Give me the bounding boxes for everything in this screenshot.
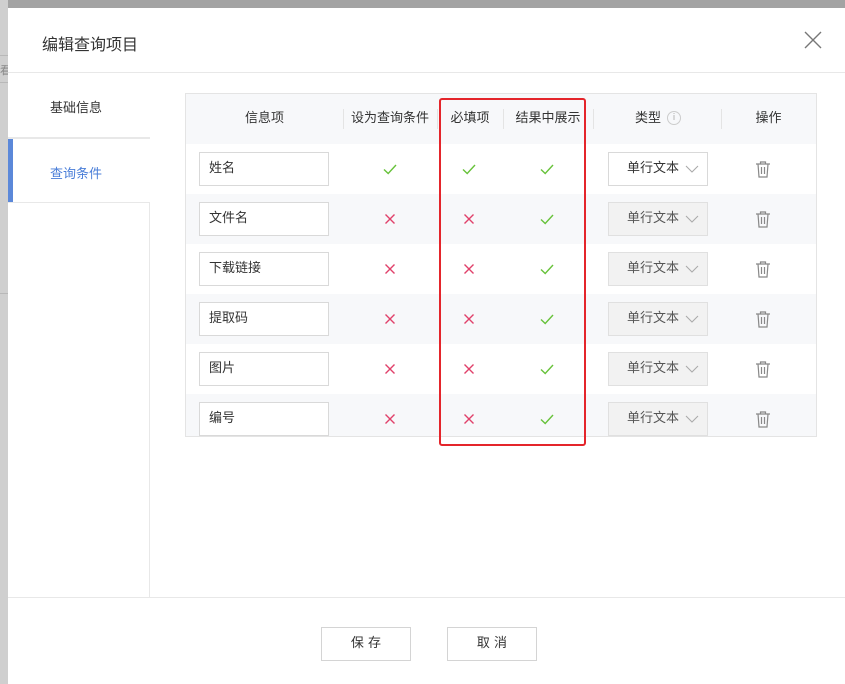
trash-icon[interactable] — [755, 310, 771, 328]
cross-icon[interactable] — [461, 361, 477, 377]
cancel-button[interactable]: 取 消 — [447, 627, 537, 661]
table-row: 下载链接 单行文本 — [186, 244, 816, 294]
background-divider — [0, 293, 8, 294]
cross-icon[interactable] — [382, 261, 398, 277]
type-select-value: 单行文本 — [627, 161, 680, 176]
table-row: 文件名 单行文本 — [186, 194, 816, 244]
check-icon[interactable] — [539, 211, 555, 227]
background-divider — [0, 82, 8, 83]
chevron-down-icon — [685, 215, 699, 223]
trash-icon[interactable] — [755, 210, 771, 228]
header-type-label: 类型 — [634, 111, 661, 126]
info-icon[interactable]: i — [667, 110, 681, 125]
check-icon[interactable] — [461, 161, 477, 177]
header-display: 结果中展示 — [515, 111, 581, 126]
type-select-value: 单行文本 — [627, 411, 680, 426]
sidebar: 基础信息 查询条件 — [8, 73, 150, 598]
dialog-title: 编辑查询项目 — [42, 35, 139, 54]
header-query: 设为查询条件 — [350, 111, 429, 126]
trash-icon[interactable] — [755, 160, 771, 178]
check-icon[interactable] — [382, 161, 398, 177]
background-divider — [0, 55, 8, 56]
dialog-footer: 保 存 取 消 — [8, 597, 845, 684]
type-select-value: 单行文本 — [627, 211, 680, 226]
tab-label: 基础信息 — [50, 101, 103, 116]
cross-icon[interactable] — [382, 361, 398, 377]
type-select-value: 单行文本 — [627, 361, 680, 376]
cross-icon[interactable] — [461, 411, 477, 427]
field-name-input[interactable]: 文件名 — [199, 202, 329, 236]
table-row: 提取码 单行文本 — [186, 294, 816, 344]
table-row: 姓名 单行文本 — [186, 144, 816, 194]
type-select-value: 单行文本 — [627, 261, 680, 276]
chevron-down-icon — [685, 415, 699, 423]
cross-icon[interactable] — [461, 261, 477, 277]
table-header: 信息项 设为查询条件 必填项 结果中展示 类型 i 操作 — [186, 94, 816, 144]
table-row: 编号 单行文本 — [186, 394, 816, 444]
check-icon[interactable] — [539, 361, 555, 377]
chevron-down-icon — [685, 365, 699, 373]
cross-icon[interactable] — [382, 411, 398, 427]
trash-icon[interactable] — [755, 360, 771, 378]
cross-icon[interactable] — [382, 311, 398, 327]
type-select: 单行文本 — [608, 302, 708, 336]
cross-icon[interactable] — [382, 211, 398, 227]
type-select: 单行文本 — [608, 252, 708, 286]
field-name-input[interactable]: 姓名 — [199, 152, 329, 186]
tab-basic-info[interactable]: 基础信息 — [8, 73, 150, 138]
type-select[interactable]: 单行文本 — [608, 152, 708, 186]
type-select: 单行文本 — [608, 402, 708, 436]
header-required: 必填项 — [450, 111, 490, 126]
chevron-down-icon — [685, 165, 699, 173]
edit-query-dialog: 编辑查询项目 基础信息 查询条件 信息项 设为查询条件 必填项 结果中展示 类型… — [8, 8, 845, 684]
header-type: 类型 i — [593, 94, 723, 144]
type-select: 单行文本 — [608, 202, 708, 236]
check-icon[interactable] — [539, 261, 555, 277]
tab-query-conditions[interactable]: 查询条件 — [8, 138, 150, 203]
cross-icon[interactable] — [461, 211, 477, 227]
check-icon[interactable] — [539, 311, 555, 327]
header-ops: 操作 — [755, 111, 782, 126]
field-name-input[interactable]: 图片 — [199, 352, 329, 386]
save-button[interactable]: 保 存 — [321, 627, 411, 661]
table-row: 图片 单行文本 — [186, 344, 816, 394]
background-page: 看 — [0, 0, 11, 684]
tab-label: 查询条件 — [50, 167, 103, 182]
chevron-down-icon — [685, 265, 699, 273]
dialog-header: 编辑查询项目 — [8, 8, 845, 73]
query-fields-table: 信息项 设为查询条件 必填项 结果中展示 类型 i 操作 姓名 单行文本 文件名 单行文… — [185, 93, 817, 437]
field-name-input[interactable]: 编号 — [199, 402, 329, 436]
trash-icon[interactable] — [755, 410, 771, 428]
type-select-value: 单行文本 — [627, 311, 680, 326]
chevron-down-icon — [685, 315, 699, 323]
header-field: 信息项 — [244, 111, 284, 126]
check-icon[interactable] — [539, 411, 555, 427]
field-name-input[interactable]: 下载链接 — [199, 252, 329, 286]
type-select: 单行文本 — [608, 352, 708, 386]
active-tab-indicator — [8, 139, 13, 202]
field-name-input[interactable]: 提取码 — [199, 302, 329, 336]
trash-icon[interactable] — [755, 260, 771, 278]
check-icon[interactable] — [539, 161, 555, 177]
close-icon[interactable] — [801, 28, 825, 52]
cross-icon[interactable] — [461, 311, 477, 327]
